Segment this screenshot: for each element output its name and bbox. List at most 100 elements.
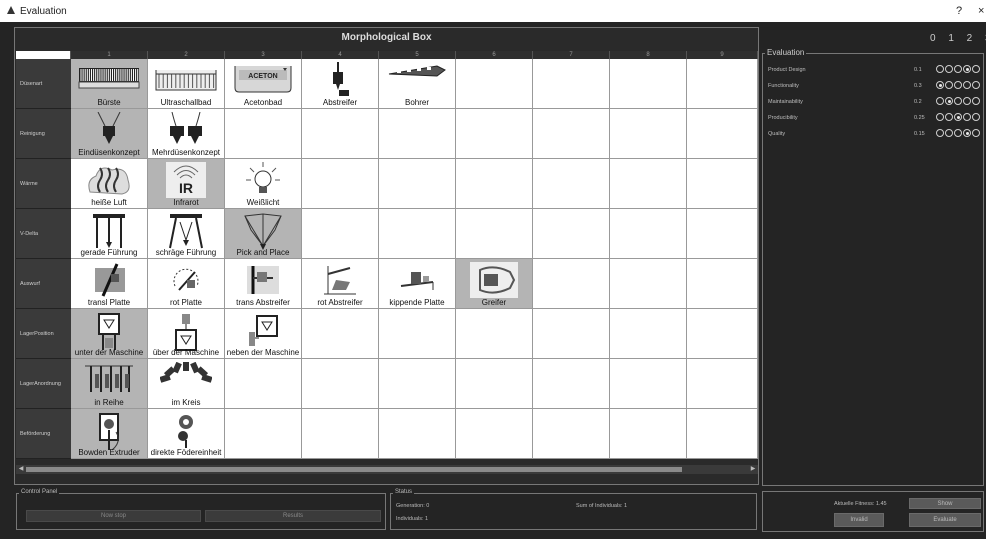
morph-cell[interactable] — [225, 109, 302, 159]
morph-cell[interactable] — [456, 209, 533, 259]
morph-cell[interactable] — [687, 159, 758, 209]
morph-cell[interactable]: IR Infrarot — [148, 159, 225, 209]
morph-cell[interactable] — [533, 109, 610, 159]
morph-cell[interactable] — [456, 359, 533, 409]
rating-radio-1[interactable] — [945, 65, 953, 73]
rating-radio-2[interactable] — [954, 81, 962, 89]
rating-radio-0[interactable] — [936, 81, 944, 89]
morph-cell[interactable]: Bürste — [71, 59, 148, 109]
morph-cell[interactable]: Abstreifer — [302, 59, 379, 109]
morph-cell[interactable]: Eindüsenkonzept — [71, 109, 148, 159]
morph-cell[interactable] — [456, 309, 533, 359]
rating-radio-3[interactable] — [963, 65, 971, 73]
morph-cell[interactable]: schräge Führung — [148, 209, 225, 259]
rating-radio-1[interactable] — [945, 113, 953, 121]
morph-cell[interactable] — [533, 59, 610, 109]
morph-cell[interactable]: gerade Führung — [71, 209, 148, 259]
morph-cell[interactable] — [456, 409, 533, 459]
morph-cell[interactable]: direkte Födereinheit — [148, 409, 225, 459]
scroll-right-icon[interactable]: ▶ — [748, 465, 758, 474]
morph-cell[interactable] — [687, 259, 758, 309]
morph-cell[interactable]: trans Abstreifer — [225, 259, 302, 309]
morph-cell[interactable]: neben der Maschine — [225, 309, 302, 359]
invalid-button[interactable]: Invalid — [834, 513, 884, 527]
rating-radio-2[interactable] — [954, 129, 962, 137]
rating-radio-3[interactable] — [963, 97, 971, 105]
morph-cell[interactable]: Bohrer — [379, 59, 456, 109]
rating-radio-4[interactable] — [972, 129, 980, 137]
morph-cell[interactable] — [302, 209, 379, 259]
rating-radio-0[interactable] — [936, 129, 944, 137]
morph-cell[interactable] — [302, 109, 379, 159]
morph-cell[interactable]: im Kreis — [148, 359, 225, 409]
morph-cell[interactable] — [533, 409, 610, 459]
rating-radio-0[interactable] — [936, 97, 944, 105]
morph-cell[interactable] — [533, 159, 610, 209]
morph-cell[interactable] — [687, 309, 758, 359]
morph-cell[interactable] — [687, 359, 758, 409]
scrollbar-thumb[interactable] — [26, 467, 682, 472]
morph-cell[interactable] — [610, 259, 687, 309]
now-stop-button[interactable]: Now stop — [26, 510, 201, 522]
morph-cell[interactable] — [687, 109, 758, 159]
morph-cell[interactable]: über der Maschine — [148, 309, 225, 359]
morph-cell[interactable] — [610, 359, 687, 409]
morph-cell[interactable] — [687, 409, 758, 459]
morph-cell[interactable]: heiße Luft — [71, 159, 148, 209]
rating-radio-4[interactable] — [972, 81, 980, 89]
morph-cell[interactable] — [687, 59, 758, 109]
morph-cell[interactable]: rot Platte — [148, 259, 225, 309]
morph-cell[interactable]: kippende Platte — [379, 259, 456, 309]
morph-cell[interactable] — [379, 209, 456, 259]
morph-cell[interactable] — [687, 209, 758, 259]
evaluate-button[interactable]: Evaluate — [909, 513, 981, 527]
rating-radio-0[interactable] — [936, 65, 944, 73]
morph-cell[interactable]: unter der Maschine — [71, 309, 148, 359]
morph-cell[interactable] — [610, 159, 687, 209]
morph-cell[interactable] — [379, 309, 456, 359]
morph-cell[interactable] — [533, 359, 610, 409]
morph-cell[interactable]: Mehrdüsenkonzept — [148, 109, 225, 159]
horizontal-scrollbar[interactable]: ◀ ▶ — [16, 465, 758, 474]
morph-cell[interactable] — [610, 59, 687, 109]
morph-cell[interactable] — [610, 209, 687, 259]
morph-cell[interactable] — [610, 309, 687, 359]
rating-radio-1[interactable] — [945, 129, 953, 137]
morph-cell[interactable]: Weißlicht — [225, 159, 302, 209]
morph-cell[interactable] — [456, 159, 533, 209]
morph-cell[interactable]: Pick and Place — [225, 209, 302, 259]
morph-cell[interactable] — [379, 159, 456, 209]
rating-radio-2[interactable] — [954, 97, 962, 105]
morph-cell[interactable] — [456, 59, 533, 109]
morph-cell[interactable] — [379, 409, 456, 459]
rating-radio-2[interactable] — [954, 113, 962, 121]
rating-radio-3[interactable] — [963, 81, 971, 89]
rating-radio-3[interactable] — [963, 113, 971, 121]
morph-cell[interactable] — [302, 159, 379, 209]
morph-cell[interactable]: rot Abstreifer — [302, 259, 379, 309]
rating-radio-3[interactable] — [963, 129, 971, 137]
morph-cell[interactable] — [225, 359, 302, 409]
morph-cell[interactable]: transl Platte — [71, 259, 148, 309]
morph-cell[interactable] — [302, 309, 379, 359]
morph-cell[interactable] — [225, 409, 302, 459]
rating-radio-4[interactable] — [972, 97, 980, 105]
morph-cell[interactable] — [302, 359, 379, 409]
morph-cell[interactable] — [379, 359, 456, 409]
morph-cell[interactable]: Bowden Extruder — [71, 409, 148, 459]
morph-cell[interactable]: ACETON Acetonbad — [225, 59, 302, 109]
morph-cell[interactable]: Ultraschallbad — [148, 59, 225, 109]
close-button[interactable]: × — [978, 5, 984, 17]
morph-cell[interactable] — [302, 409, 379, 459]
rating-radio-4[interactable] — [972, 113, 980, 121]
morph-cell[interactable]: in Reihe — [71, 359, 148, 409]
rating-radio-0[interactable] — [936, 113, 944, 121]
results-button[interactable]: Results — [205, 510, 381, 522]
morph-cell[interactable] — [533, 309, 610, 359]
scroll-left-icon[interactable]: ◀ — [16, 465, 26, 474]
rating-radio-1[interactable] — [945, 97, 953, 105]
morph-cell[interactable] — [533, 259, 610, 309]
morph-cell[interactable] — [610, 109, 687, 159]
help-button[interactable]: ? — [956, 5, 962, 17]
morph-cell[interactable] — [533, 209, 610, 259]
